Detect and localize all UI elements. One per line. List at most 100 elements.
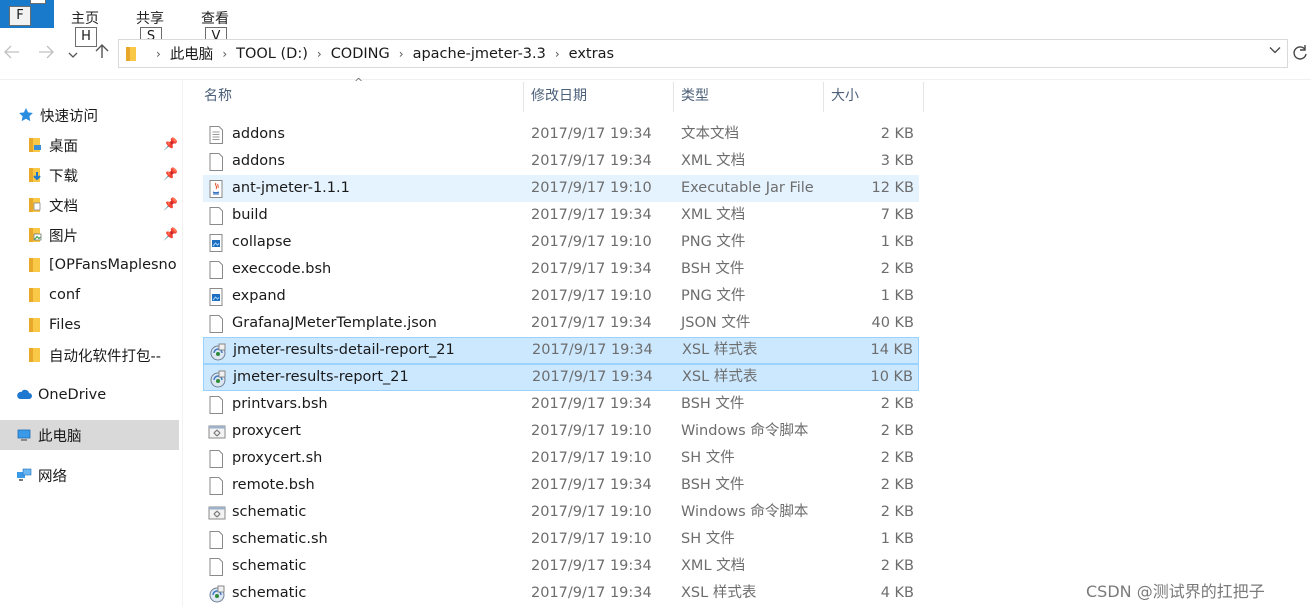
pin-icon[interactable]: 📌 xyxy=(163,197,178,211)
file-name: schematic xyxy=(232,558,307,574)
file-size: 40 KB xyxy=(871,315,914,331)
address-bar[interactable]: › 此电脑 › TOOL (D:) › CODING › apache-jmet… xyxy=(118,39,1288,68)
xsl-file-icon xyxy=(209,343,226,361)
column-header-date[interactable]: 修改日期 xyxy=(531,80,671,112)
sidebar-item-documents[interactable]: 文档 xyxy=(0,190,179,220)
breadcrumb: › 此电脑 › TOOL (D:) › CODING › apache-jmet… xyxy=(147,40,614,67)
tab-view[interactable]: 查看 V xyxy=(201,8,229,47)
column-divider[interactable] xyxy=(923,82,924,112)
sidebar-item-label: 文档 xyxy=(49,198,78,215)
sidebar-item-label: Files xyxy=(49,317,81,333)
sidebar-item-network[interactable]: 网络 xyxy=(0,460,179,490)
file-row[interactable]: schematic 2017/9/17 19:10 Windows 命令脚本 2 KB xyxy=(203,499,919,526)
file-row[interactable]: remote.bsh 2017/9/17 19:34 BSH 文件 2 KB xyxy=(203,472,919,499)
file-name: ant-jmeter-1.1.1 xyxy=(232,180,350,196)
pictures-folder-icon xyxy=(29,228,42,242)
file-modified-date: 2017/9/17 19:34 xyxy=(531,126,652,142)
file-row[interactable]: GrafanaJMeterTemplate.json 2017/9/17 19:3… xyxy=(203,310,919,337)
breadcrumb-drive[interactable]: TOOL (D:) xyxy=(236,46,308,62)
file-type: BSH 文件 xyxy=(681,477,745,493)
forward-button[interactable] xyxy=(36,43,56,65)
file-tab[interactable]: F xyxy=(0,0,54,28)
file-row[interactable]: schematic 2017/9/17 19:34 XSL 样式表 4 KB xyxy=(203,580,919,607)
sidebar-item-opfans[interactable]: [OPFansMaplesno xyxy=(0,250,179,280)
tab-share[interactable]: 共享 S xyxy=(136,8,164,47)
file-row[interactable]: schematic.sh 2017/9/17 19:10 SH 文件 1 KB xyxy=(203,526,919,553)
column-header-label: 名称 xyxy=(204,88,232,104)
file-type: Windows 命令脚本 xyxy=(681,504,809,520)
file-size: 2 KB xyxy=(880,558,914,574)
sidebar-item-files[interactable]: Files xyxy=(0,310,179,340)
network-icon xyxy=(17,468,32,481)
file-row[interactable]: addons 2017/9/17 19:34 XML 文档 3 KB xyxy=(203,148,919,175)
sidebar-item-conf[interactable]: conf xyxy=(0,280,179,310)
file-row[interactable]: proxycert 2017/9/17 19:10 Windows 命令脚本 2 KB xyxy=(203,418,919,445)
file-size: 14 KB xyxy=(870,342,913,358)
sidebar-item-label: 图片 xyxy=(49,228,78,245)
xml-file-icon xyxy=(208,153,224,171)
file-name: addons xyxy=(232,126,285,142)
file-size: 1 KB xyxy=(880,234,914,250)
sidebar-item-downloads[interactable]: 下载 xyxy=(0,160,179,190)
file-row[interactable]: jmeter-results-report_21 2017/9/17 19:34 X… xyxy=(203,364,919,391)
folder-icon xyxy=(29,288,40,302)
file-size: 2 KB xyxy=(880,450,914,466)
download-folder-icon xyxy=(29,168,41,182)
file-modified-date: 2017/9/17 19:10 xyxy=(531,288,652,304)
tab-home[interactable]: 主页 H xyxy=(71,8,99,47)
breadcrumb-extras[interactable]: extras xyxy=(569,46,614,62)
breadcrumb-coding[interactable]: CODING xyxy=(331,46,390,62)
sidebar-item-desktop[interactable]: 桌面 xyxy=(0,130,179,160)
file-size: 2 KB xyxy=(880,504,914,520)
file-row[interactable]: collapse 2017/9/17 19:10 PNG 文件 1 KB xyxy=(203,229,919,256)
file-row[interactable]: jmeter-results-detail-report_21 2017/9/17… xyxy=(203,337,919,364)
back-button[interactable] xyxy=(2,43,22,65)
file-type: XML 文档 xyxy=(681,153,746,169)
column-header-name[interactable]: 名称 xyxy=(204,80,522,112)
file-row[interactable]: execcode.bsh 2017/9/17 19:34 BSH 文件 2 KB xyxy=(203,256,919,283)
sidebar-item-label: 下载 xyxy=(49,168,78,185)
breadcrumb-separator-icon: › xyxy=(156,46,161,61)
column-header-size[interactable]: 大小 xyxy=(831,80,921,112)
file-type: XSL 样式表 xyxy=(681,585,757,601)
folder-icon xyxy=(126,47,136,61)
navigation-pane: 快速访问 桌面 下载 文档 图片 [OPFansMaplesno conf Fi… xyxy=(0,80,182,607)
keytip-overlay xyxy=(30,0,46,4)
file-type: BSH 文件 xyxy=(681,396,745,412)
sidebar-item-this-pc[interactable]: 此电脑 xyxy=(0,420,179,450)
address-dropdown-button[interactable] xyxy=(1269,43,1281,58)
xsl-file-icon xyxy=(209,370,226,388)
file-size: 3 KB xyxy=(880,153,914,169)
file-row[interactable]: printvars.bsh 2017/9/17 19:34 BSH 文件 2 KB xyxy=(203,391,919,418)
column-divider[interactable] xyxy=(823,82,824,112)
breadcrumb-separator-icon: › xyxy=(222,46,228,61)
recent-locations-button[interactable] xyxy=(66,43,80,65)
file-row[interactable]: ant-jmeter-1.1.1 2017/9/17 19:10 Executabl… xyxy=(203,175,919,202)
column-divider[interactable] xyxy=(523,82,524,112)
column-divider[interactable] xyxy=(673,82,674,112)
file-row[interactable]: schematic 2017/9/17 19:34 XML 文档 2 KB xyxy=(203,553,919,580)
file-row[interactable]: addons 2017/9/17 19:34 文本文档 2 KB xyxy=(203,121,919,148)
up-button[interactable] xyxy=(92,43,112,65)
breadcrumb-jmeter[interactable]: apache-jmeter-3.3 xyxy=(413,46,546,62)
sidebar-item-onedrive[interactable]: OneDrive xyxy=(0,380,179,410)
sidebar-item-automation-package[interactable]: 自动化软件打包-- xyxy=(0,340,179,370)
column-header-type[interactable]: 类型 xyxy=(681,80,821,112)
sidebar-item-quick-access[interactable]: 快速访问 xyxy=(0,100,179,130)
file-modified-date: 2017/9/17 19:34 xyxy=(532,369,653,385)
sidebar-item-pictures[interactable]: 图片 xyxy=(0,220,179,250)
file-row[interactable]: build 2017/9/17 19:34 XML 文档 7 KB xyxy=(203,202,919,229)
breadcrumb-separator-icon: › xyxy=(554,46,560,61)
file-row[interactable]: proxycert.sh 2017/9/17 19:10 SH 文件 2 KB xyxy=(203,445,919,472)
breadcrumb-this-pc[interactable]: 此电脑 xyxy=(170,43,214,64)
sidebar-item-label: 网络 xyxy=(38,468,67,485)
file-row[interactable]: expand 2017/9/17 19:10 PNG 文件 1 KB xyxy=(203,283,919,310)
pin-icon[interactable]: 📌 xyxy=(163,227,178,241)
pin-icon[interactable]: 📌 xyxy=(163,137,178,151)
tab-view-label: 查看 xyxy=(201,11,229,27)
pin-icon[interactable]: 📌 xyxy=(163,167,178,181)
watermark: CSDN @测试界的扛把子 xyxy=(1086,582,1265,601)
refresh-button[interactable] xyxy=(1292,44,1308,67)
xsl-file-icon xyxy=(208,585,225,603)
chevron-down-icon xyxy=(68,52,78,58)
